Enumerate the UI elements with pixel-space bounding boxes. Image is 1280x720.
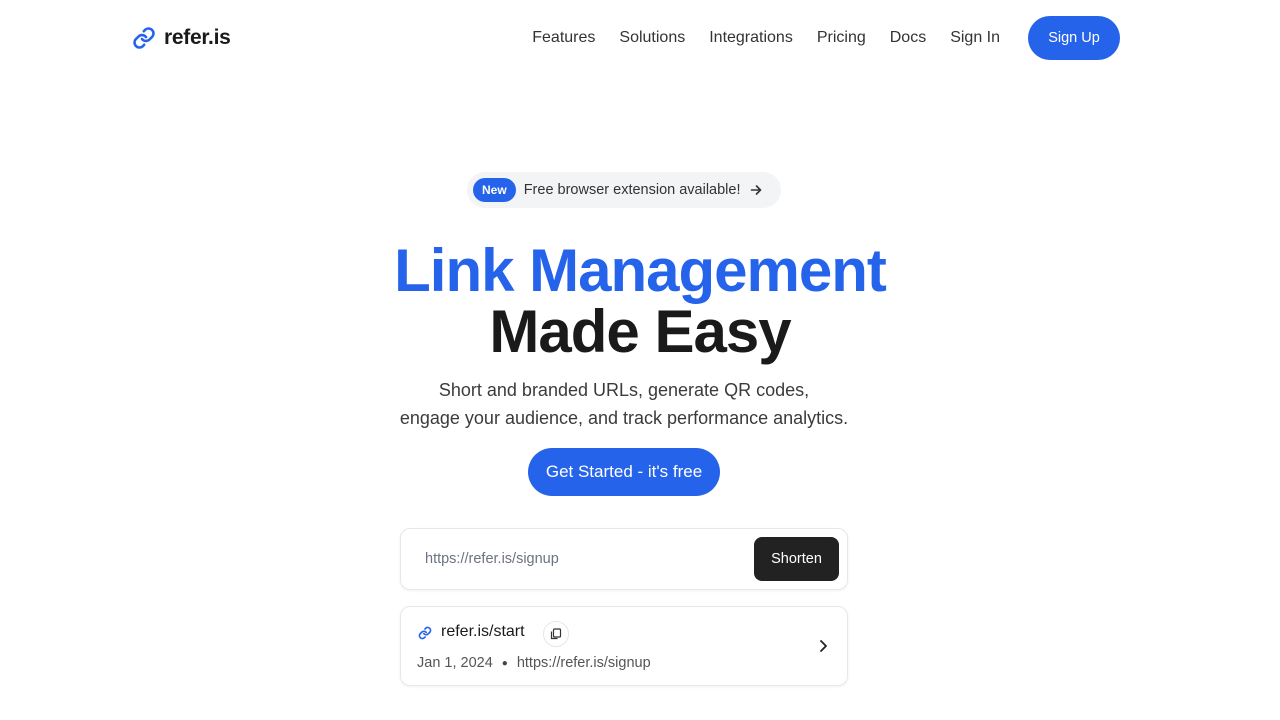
separator-dot: ●	[501, 657, 508, 669]
url-shortener-form: Shorten	[400, 528, 848, 590]
get-started-button[interactable]: Get Started - it's free	[528, 448, 720, 496]
original-url: https://refer.is/signup	[516, 655, 651, 671]
nav-solutions[interactable]: Solutions	[619, 28, 685, 48]
new-badge: New	[473, 178, 516, 202]
copy-button[interactable]	[543, 621, 569, 647]
announcement-text: Free browser extension available!	[523, 182, 741, 198]
link-icon	[133, 27, 155, 49]
copy-icon	[550, 628, 562, 640]
announcement-banner[interactable]: New Free browser extension available!	[467, 172, 781, 208]
logo[interactable]: refer.is	[132, 26, 231, 50]
nav-docs[interactable]: Docs	[890, 28, 926, 48]
shorten-button[interactable]: Shorten	[754, 537, 839, 581]
hero-title-line1: Link Management	[394, 237, 887, 304]
hero-subtitle-line2: engage your audience, and track performa…	[399, 408, 849, 428]
hero-title-line2: Made Easy	[489, 298, 791, 365]
arrow-right-icon	[750, 185, 761, 195]
nav-features[interactable]: Features	[532, 28, 595, 48]
chevron-right-icon[interactable]	[816, 638, 830, 654]
main-menu: Features Solutions Integrations Pricing …	[532, 28, 1000, 48]
link-date: Jan 1, 2024	[417, 655, 493, 671]
short-link-card[interactable]: refer.is/start Jan 1, 2024 ● https://ref…	[400, 606, 848, 686]
short-url[interactable]: refer.is/start	[441, 623, 525, 641]
top-nav: refer.is Features Solutions Integrations…	[0, 0, 1280, 76]
url-input[interactable]	[417, 541, 737, 577]
nav-pricing[interactable]: Pricing	[817, 28, 866, 48]
nav-integrations[interactable]: Integrations	[709, 28, 793, 48]
nav-sign-in[interactable]: Sign In	[950, 28, 1000, 48]
brand-name: refer.is	[164, 26, 231, 49]
link-meta: Jan 1, 2024 ● https://refer.is/signup	[417, 655, 651, 671]
link-icon	[418, 626, 432, 640]
hero-subtitle-line1: Short and branded URLs, generate QR code…	[438, 380, 810, 400]
sign-up-button[interactable]: Sign Up	[1028, 16, 1120, 60]
